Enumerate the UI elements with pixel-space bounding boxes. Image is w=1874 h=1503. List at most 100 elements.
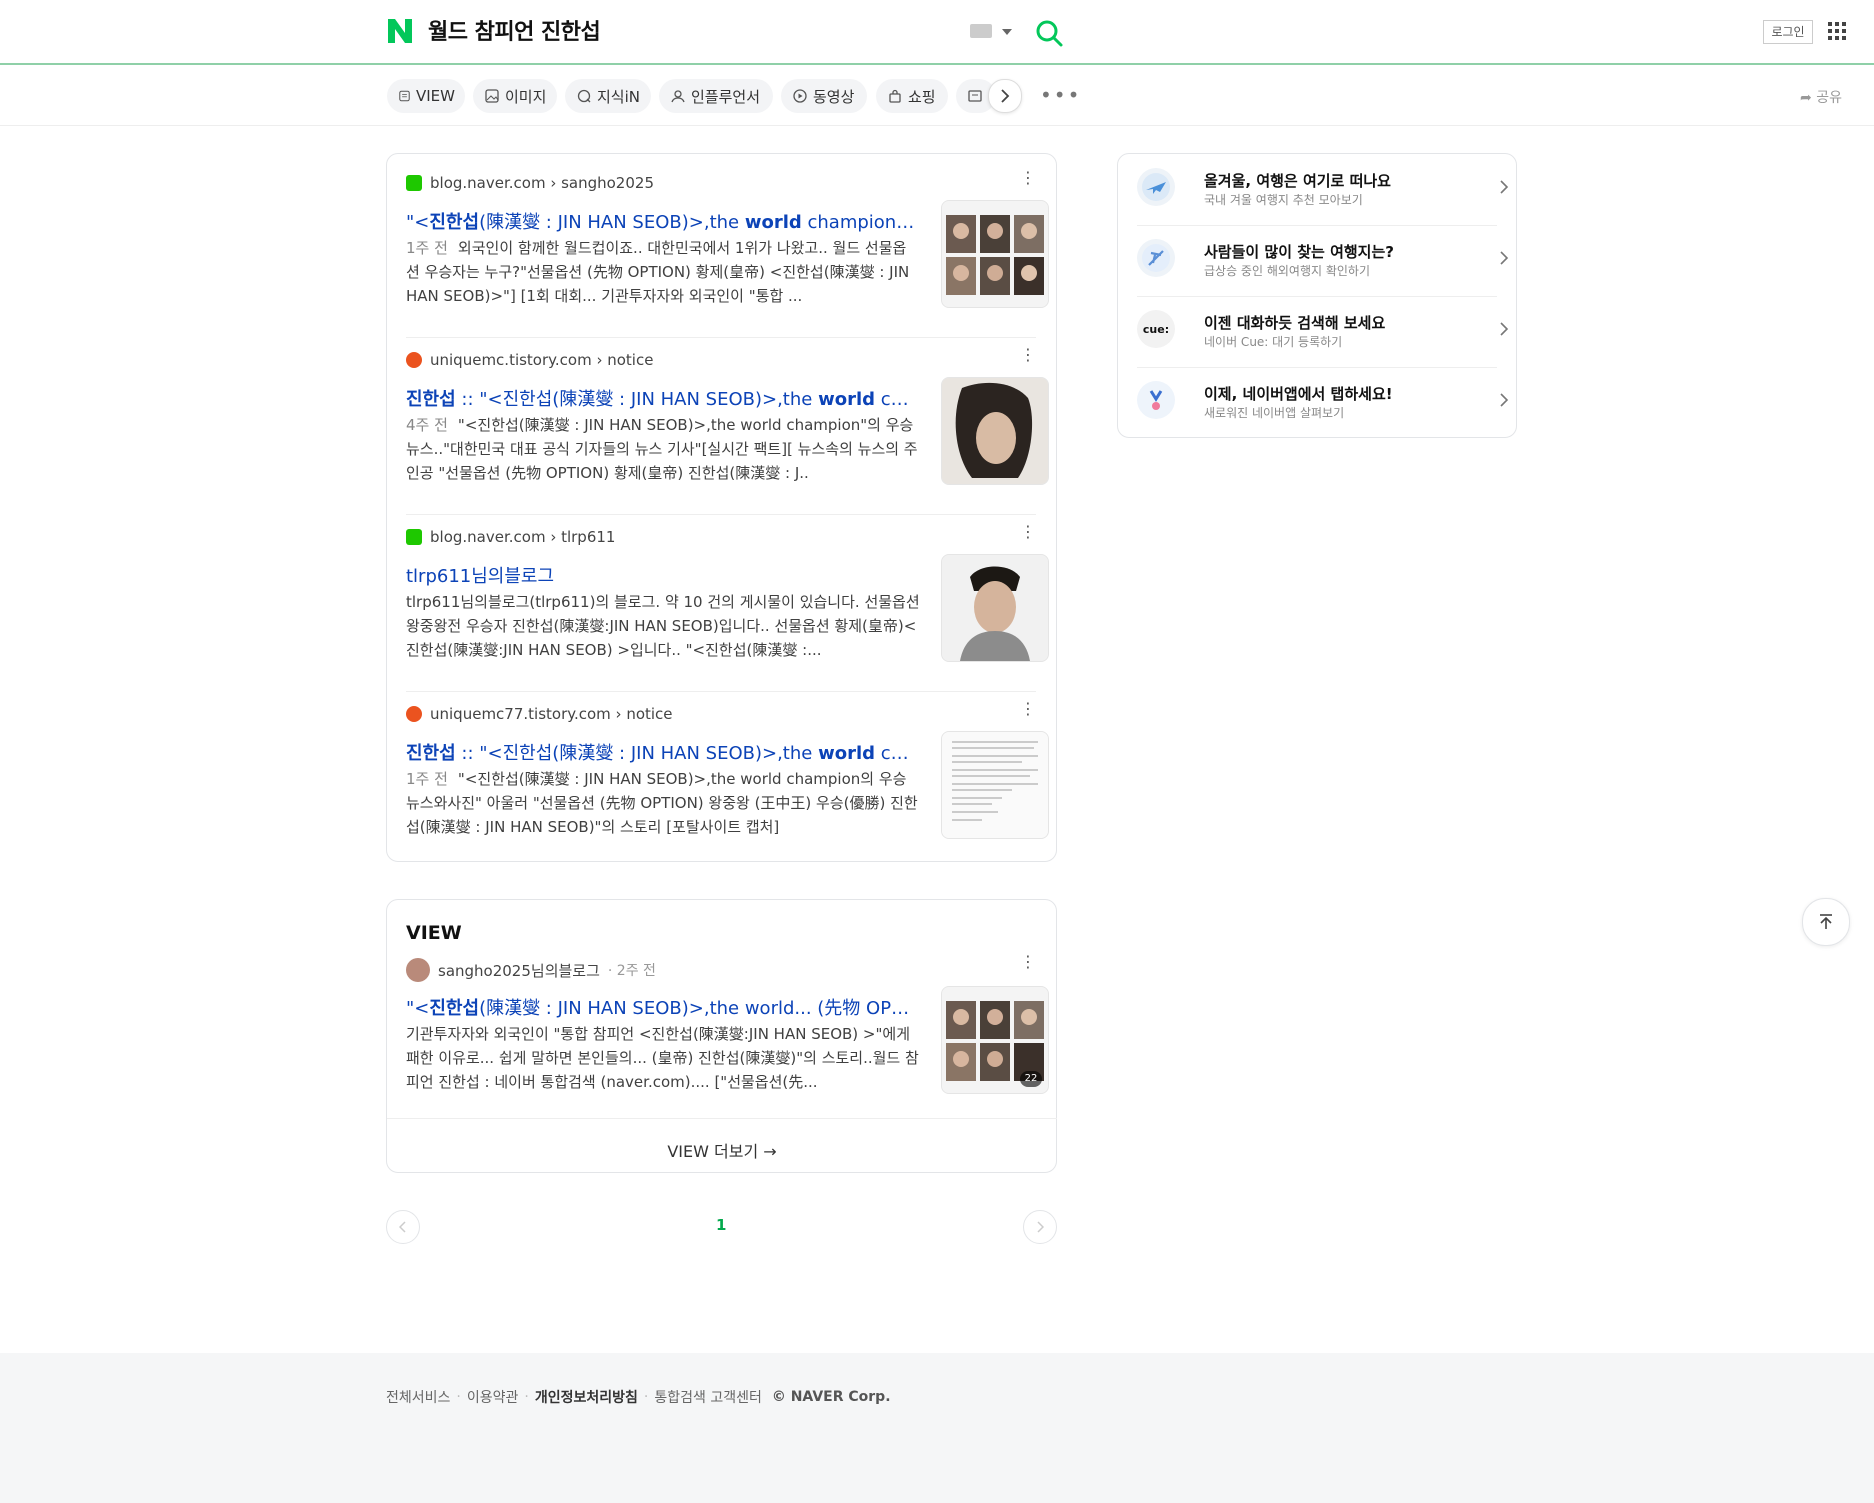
result-date: 1주 전 <box>406 770 448 788</box>
image-count-badge: 22 <box>1020 1071 1042 1087</box>
search-query[interactable]: 월드 참피언 진한섭 <box>428 14 601 46</box>
blog-favicon-icon <box>406 529 422 545</box>
kebab-menu-icon[interactable]: ⋮ <box>1020 954 1036 970</box>
list-item: uniquemc77.tistory.com › notice ⋮ 진한섭 ::… <box>406 701 1049 855</box>
more-icon[interactable]: ••• <box>1040 85 1081 105</box>
separator: · <box>524 1389 529 1405</box>
result-source[interactable]: blog.naver.com › sangho2025 <box>406 174 654 192</box>
result-title-link[interactable]: "<진한섭(陳漢燮 : JIN HAN SEOB)>,the world cha… <box>406 208 920 234</box>
tab-influencer[interactable]: 인플루언서 <box>659 79 773 113</box>
list-item: uniquemc.tistory.com › notice ⋮ 진한섭 :: "… <box>406 347 1049 501</box>
side-promo-card: 올겨울, 여행은 여기로 떠나요 국내 겨울 여행지 추천 모아보기 사람들이 … <box>1117 153 1517 438</box>
result-title-link[interactable]: "<진한섭(陳漢燮 : JIN HAN SEOB)>,the world... … <box>406 994 920 1020</box>
login-button[interactable]: 로그인 <box>1763 20 1813 44</box>
kebab-menu-icon[interactable]: ⋮ <box>1020 701 1036 717</box>
footer-link-privacy[interactable]: 개인정보처리방침 <box>535 1387 638 1407</box>
title-text: "< <box>406 212 430 233</box>
result-snippet: tlrp611님의블로그(tlrp611)의 블로그. 약 10 건의 게시물이… <box>406 590 920 662</box>
kebab-menu-icon[interactable]: ⋮ <box>1020 347 1036 363</box>
footer-link-all-services[interactable]: 전체서비스 <box>386 1387 450 1407</box>
snippet-text: "<진한섭(陳漢燮 : JIN HAN SEOB)>,the world cha… <box>406 416 918 482</box>
title-text: champi... <box>880 389 920 410</box>
snippet-text: tlrp611님의블로그(tlrp611)의 블로그. 약 10 건의 게시물이… <box>406 593 920 659</box>
blog-favicon-icon <box>406 175 422 191</box>
side-item-popular-travel[interactable]: 사람들이 많이 찾는 여행지는? 급상승 중인 해외여행지 확인하기 <box>1137 225 1509 296</box>
chevron-right-icon <box>1500 180 1509 194</box>
result-title-link[interactable]: 진한섭 :: "<진한섭(陳漢燮 : JIN HAN SEOB)>,the wo… <box>406 385 920 411</box>
kebab-menu-icon[interactable]: ⋮ <box>1020 170 1036 186</box>
list-item: blog.naver.com › sangho2025 ⋮ "<진한섭(陳漢燮 … <box>406 170 1049 324</box>
tab-view[interactable]: VIEW <box>387 79 465 113</box>
chevron-right-icon <box>1500 393 1509 407</box>
view-more-button[interactable]: VIEW 더보기 → <box>387 1138 1057 1162</box>
result-thumbnail[interactable] <box>941 731 1049 839</box>
chevron-right-icon <box>1001 89 1010 103</box>
next-page-button[interactable] <box>1023 1210 1057 1244</box>
search-icon[interactable] <box>1034 18 1064 48</box>
title-text: champion의 우... <box>807 212 921 233</box>
result-date: 1주 전 <box>406 239 448 257</box>
side-item-naver-app[interactable]: 이제, 네이버앱에서 탭하세요! 새로워진 네이버앱 살펴보기 <box>1137 367 1509 438</box>
side-item-title: 올겨울, 여행은 여기로 떠나요 <box>1204 172 1391 190</box>
result-source[interactable]: uniquemc77.tistory.com › notice <box>406 705 673 723</box>
result-thumbnail[interactable] <box>941 554 1049 662</box>
footer-link-terms[interactable]: 이용약관 <box>467 1387 519 1407</box>
title-highlight: world <box>818 743 876 764</box>
divider <box>406 691 1036 692</box>
divider <box>406 337 1036 338</box>
footer-links: 전체서비스 · 이용약관 · 개인정보처리방침 · 통합검색 고객센터 © NA… <box>386 1387 891 1407</box>
play-icon <box>793 89 807 103</box>
title-text: (陳漢燮 : JIN HAN SEOB)>,the <box>479 212 745 233</box>
side-item-cue[interactable]: cue: 이젠 대화하듯 검색해 보세요 네이버 Cue: 대기 등록하기 <box>1137 296 1509 367</box>
scroll-top-button[interactable] <box>1802 898 1850 946</box>
share-button[interactable]: ➦ 공유 <box>1800 87 1842 107</box>
tab-shopping[interactable]: 쇼핑 <box>876 79 948 113</box>
image-icon <box>485 89 499 103</box>
tab-label: 동영상 <box>813 87 855 106</box>
result-title-link[interactable]: 진한섭 :: "<진한섭(陳漢燮 : JIN HAN SEOB)>,the wo… <box>406 739 920 765</box>
airplane-icon <box>1137 168 1175 206</box>
web-results-card: blog.naver.com › sangho2025 ⋮ "<진한섭(陳漢燮 … <box>386 153 1057 862</box>
side-item-subtitle: 새로워진 네이버앱 살펴보기 <box>1204 406 1345 420</box>
kebab-menu-icon[interactable]: ⋮ <box>1020 524 1036 540</box>
list-item: sangho2025님의블로그 · 2주 전 ⋮ "<진한섭(陳漢燮 : JIN … <box>406 954 1049 1108</box>
news-icon <box>968 90 982 102</box>
side-item-subtitle: 네이버 Cue: 대기 등록하기 <box>1204 335 1343 349</box>
title-text: "< <box>406 998 430 1019</box>
chevron-right-icon <box>1037 1221 1044 1233</box>
result-source[interactable]: blog.naver.com › tlrp611 <box>406 528 615 546</box>
title-highlight: world <box>818 389 876 410</box>
result-source[interactable]: uniquemc.tistory.com › notice <box>406 351 653 369</box>
result-source[interactable]: sangho2025님의블로그 · 2주 전 <box>406 958 656 982</box>
tabs-next-button[interactable] <box>988 79 1022 113</box>
divider <box>387 1118 1057 1119</box>
chevron-right-icon <box>1500 322 1509 336</box>
tab-image[interactable]: 이미지 <box>473 79 557 113</box>
keyboard-icon[interactable] <box>970 24 992 38</box>
copyright: © NAVER Corp. <box>771 1389 891 1405</box>
bag-icon <box>889 89 901 103</box>
result-thumbnail[interactable]: 22 <box>941 986 1049 1094</box>
title-text: champi... <box>880 743 920 764</box>
tab-kin[interactable]: 지식iN <box>565 79 651 113</box>
side-item-title: 이제, 네이버앱에서 탭하세요! <box>1204 385 1393 403</box>
arrow-up-icon <box>1820 914 1832 929</box>
tab-label: 인플루언서 <box>691 87 761 106</box>
author-name: sangho2025님의블로그 <box>438 961 600 980</box>
naver-logo[interactable] <box>386 17 414 45</box>
header-bar: 월드 참피언 진한섭 로그인 <box>0 0 1874 65</box>
prev-page-button[interactable] <box>386 1210 420 1244</box>
divider <box>406 514 1036 515</box>
tab-video[interactable]: 동영상 <box>781 79 867 113</box>
result-thumbnail[interactable] <box>941 377 1049 485</box>
result-title-link[interactable]: tlrp611님의블로그 <box>406 562 920 588</box>
current-page[interactable]: 1 <box>716 1216 726 1234</box>
result-thumbnail[interactable] <box>941 200 1049 308</box>
title-highlight: 진한섭 <box>406 743 456 764</box>
side-item-subtitle: 국내 겨울 여행지 추천 모아보기 <box>1204 193 1363 207</box>
apps-grid-icon[interactable] <box>1828 22 1846 40</box>
side-item-winter-travel[interactable]: 올겨울, 여행은 여기로 떠나요 국내 겨울 여행지 추천 모아보기 <box>1137 154 1509 225</box>
chevron-down-icon[interactable] <box>1002 29 1012 35</box>
tab-label: 쇼핑 <box>908 87 936 106</box>
footer-link-help[interactable]: 통합검색 고객센터 <box>654 1387 762 1407</box>
